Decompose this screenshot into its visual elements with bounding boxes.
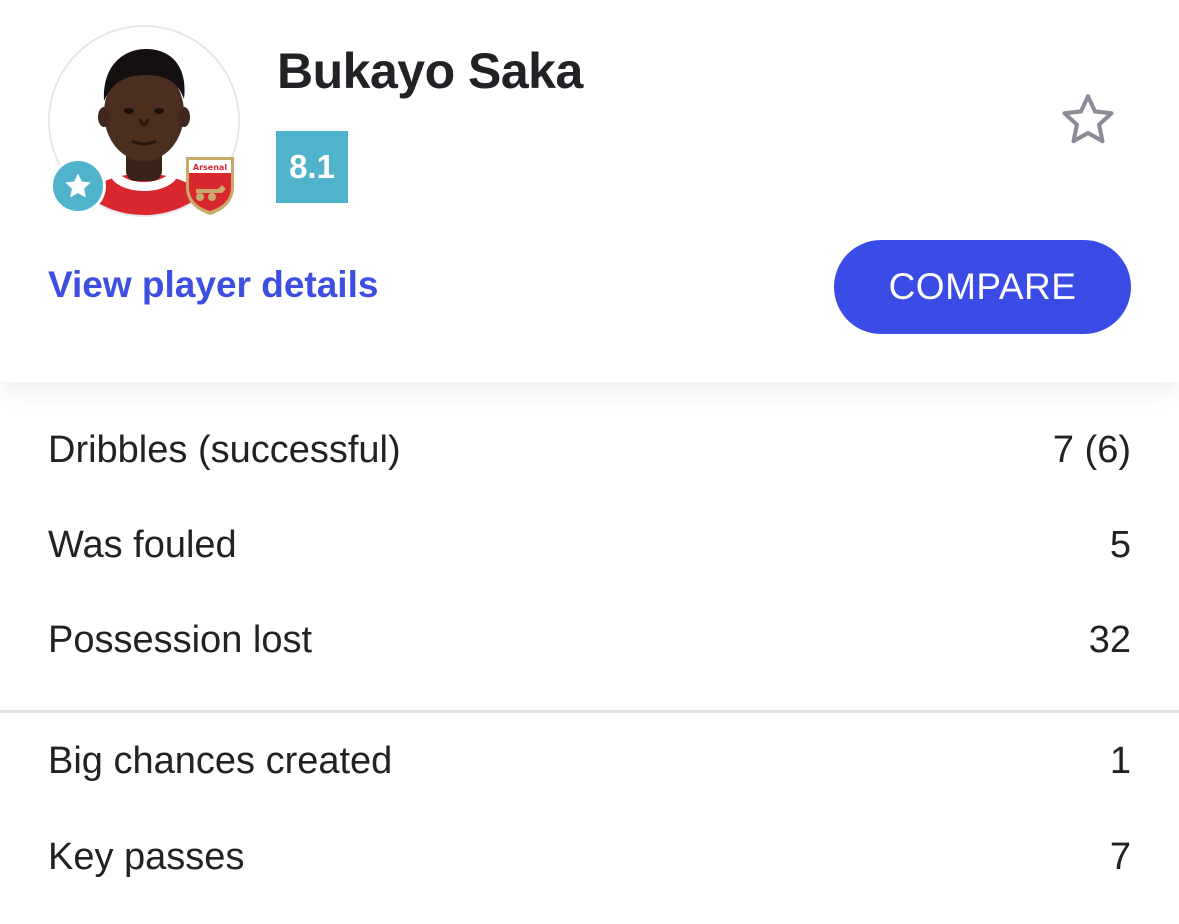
star-outline-icon bbox=[1062, 94, 1114, 144]
stat-label: Key passes bbox=[48, 835, 245, 878]
stat-row-dribbles: Dribbles (successful) 7 (6) bbox=[48, 420, 1131, 480]
view-player-details-link[interactable]: View player details bbox=[48, 264, 378, 306]
club-crest-icon: Arsenal bbox=[186, 157, 234, 215]
top-player-badge bbox=[50, 158, 106, 214]
stat-label: Big chances created bbox=[48, 739, 393, 782]
player-stats-page: Arsenal Bukayo Saka 8.1 View player deta… bbox=[0, 0, 1179, 924]
player-name: Bukayo Saka bbox=[277, 43, 583, 99]
stat-label: Possession lost bbox=[48, 618, 313, 661]
stat-value: 7 (6) bbox=[1052, 428, 1131, 471]
stat-row-key-passes: Key passes 7 bbox=[48, 827, 1131, 887]
player-rating-badge: 8.1 bbox=[276, 131, 348, 203]
stat-row-possession-lost: Possession lost 32 bbox=[48, 610, 1131, 670]
player-header-card: Arsenal Bukayo Saka 8.1 View player deta… bbox=[0, 0, 1179, 382]
stat-row-big-chances-created: Big chances created 1 bbox=[48, 731, 1131, 791]
stat-value: 7 bbox=[1109, 835, 1131, 878]
stat-value: 32 bbox=[1088, 618, 1131, 661]
stat-label: Dribbles (successful) bbox=[48, 428, 401, 471]
stat-row-was-fouled: Was fouled 5 bbox=[48, 515, 1131, 575]
compare-button[interactable]: COMPARE bbox=[834, 240, 1131, 334]
crest-label: Arsenal bbox=[193, 163, 227, 172]
club-crest: Arsenal bbox=[182, 153, 238, 217]
section-divider bbox=[0, 710, 1179, 713]
stat-value: 5 bbox=[1109, 523, 1131, 566]
favorite-button[interactable] bbox=[1054, 86, 1122, 154]
player-avatar-group[interactable]: Arsenal bbox=[48, 25, 240, 217]
stat-value: 1 bbox=[1109, 739, 1131, 782]
star-badge-icon bbox=[65, 173, 91, 198]
stat-label: Was fouled bbox=[48, 523, 237, 566]
